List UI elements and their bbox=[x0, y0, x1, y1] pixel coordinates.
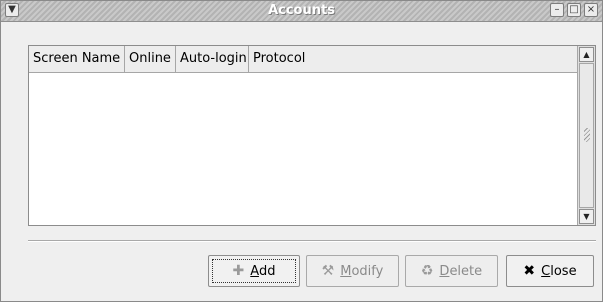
scroll-down-button[interactable]: ▼ bbox=[579, 209, 594, 224]
vertical-scrollbar[interactable]: ▲ ▼ bbox=[577, 46, 595, 225]
column-header-auto-login[interactable]: Auto-login bbox=[176, 46, 249, 72]
add-button[interactable]: ✚ Add bbox=[208, 255, 300, 287]
close-button[interactable]: ✖ Close bbox=[506, 255, 594, 287]
maximize-button[interactable]: □ bbox=[567, 3, 581, 17]
modify-icon: ⚒ bbox=[321, 263, 335, 279]
close-icon: × bbox=[586, 4, 596, 15]
modify-button[interactable]: ⚒ Modify bbox=[306, 255, 399, 287]
delete-button-label: Delete bbox=[439, 263, 483, 279]
minimize-icon: – bbox=[554, 4, 560, 15]
scrollbar-thumb[interactable] bbox=[579, 63, 594, 208]
arrow-up-icon: ▲ bbox=[583, 50, 590, 59]
window-title: Accounts bbox=[268, 3, 335, 18]
accounts-list[interactable]: Screen Name Online Auto-login Protocol ▲… bbox=[28, 45, 596, 226]
separator bbox=[28, 240, 596, 242]
column-header-screen-name[interactable]: Screen Name bbox=[29, 46, 125, 72]
table-header: Screen Name Online Auto-login Protocol bbox=[29, 46, 577, 73]
delete-icon: ♻ bbox=[420, 263, 434, 279]
add-button-label: Add bbox=[250, 263, 276, 279]
modify-button-label: Modify bbox=[340, 263, 384, 279]
maximize-icon: □ bbox=[569, 4, 579, 15]
add-icon: ✚ bbox=[232, 263, 245, 279]
scroll-up-button[interactable]: ▲ bbox=[579, 47, 594, 62]
close-button-label: Close bbox=[541, 263, 577, 279]
delete-button[interactable]: ♻ Delete bbox=[405, 255, 498, 287]
column-header-online[interactable]: Online bbox=[125, 46, 176, 72]
title-bar[interactable]: ▼ Accounts – □ × bbox=[1, 1, 602, 22]
column-header-protocol[interactable]: Protocol bbox=[249, 46, 577, 72]
close-icon: ✖ bbox=[523, 263, 536, 279]
minimize-button[interactable]: – bbox=[550, 3, 564, 17]
arrow-down-icon: ▼ bbox=[583, 212, 590, 221]
grip-icon bbox=[584, 128, 590, 142]
close-window-button[interactable]: × bbox=[584, 3, 598, 17]
accounts-window: ▼ Accounts – □ × Screen Name Online Auto… bbox=[0, 0, 603, 302]
